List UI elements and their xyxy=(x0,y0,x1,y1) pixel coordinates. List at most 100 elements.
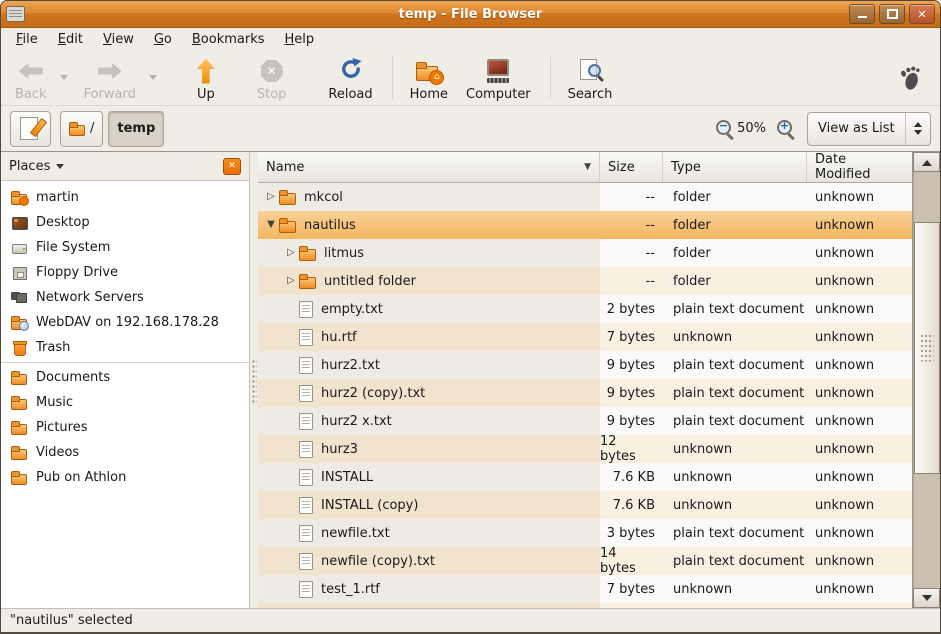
file-list: Name▼SizeTypeDate Modified ▷mkcol--folde… xyxy=(258,152,912,608)
vertical-scrollbar[interactable] xyxy=(912,152,940,608)
back-button[interactable]: Back xyxy=(7,52,55,104)
size-cell: 9 bytes xyxy=(600,407,663,435)
folder-icon xyxy=(11,444,28,461)
sidebar-item-martin[interactable]: martin xyxy=(1,185,249,210)
file-row-newfile-txt[interactable]: newfile.txt3 bytesplain text documentunk… xyxy=(258,519,912,547)
view-mode-select[interactable]: View as List xyxy=(807,112,931,146)
file-row-untitled-folder[interactable]: ▷untitled folder--folderunknown xyxy=(258,267,912,295)
column-header-type[interactable]: Type xyxy=(663,152,807,183)
folder-icon xyxy=(299,273,316,289)
computer-label: Computer xyxy=(466,87,531,102)
sidebar-item-documents[interactable]: Documents xyxy=(1,365,249,390)
sidebar-item-music[interactable]: Music xyxy=(1,390,249,415)
sidebar-item-file-system[interactable]: File System xyxy=(1,235,249,260)
view-mode-spinner[interactable] xyxy=(905,113,930,145)
folder-icon xyxy=(69,120,86,137)
sidebar-close-button[interactable]: ✕ xyxy=(223,158,241,175)
type-cell: folder xyxy=(663,239,807,267)
caret-down-icon xyxy=(60,75,68,84)
name-cell: hurz2 (copy).txt xyxy=(258,379,600,407)
menu-bookmarks[interactable]: Bookmarks xyxy=(183,30,274,49)
date-cell: unknown xyxy=(807,463,912,491)
stop-button[interactable]: ✕Stop xyxy=(249,52,295,104)
file-row-install[interactable]: INSTALL7.6 KBunknownunknown xyxy=(258,463,912,491)
edit-location-button[interactable] xyxy=(10,111,51,147)
up-button[interactable]: Up xyxy=(189,52,223,104)
name-cell: ▼nautilus xyxy=(258,211,600,239)
file-row-empty-txt[interactable]: empty.txt2 bytesplain text documentunkno… xyxy=(258,295,912,323)
file-row-install-copy[interactable]: INSTALL (copy)7.6 KBunknownunknown xyxy=(258,491,912,519)
path-root-button[interactable]: / xyxy=(60,111,103,147)
size-cell: 9 bytes xyxy=(600,351,663,379)
sidebar-item-network-servers[interactable]: Network Servers xyxy=(1,285,249,310)
sidebar-item-floppy-drive[interactable]: Floppy Drive xyxy=(1,260,249,285)
menu-edit[interactable]: Edit xyxy=(49,30,92,49)
file-name: INSTALL (copy) xyxy=(321,498,418,513)
sidebar-item-pub-on-athlon[interactable]: Pub on Athlon xyxy=(1,465,249,490)
computer-button[interactable]: Computer xyxy=(458,52,539,104)
forward-dropdown-button[interactable] xyxy=(146,54,161,102)
sidebar-item-videos[interactable]: Videos xyxy=(1,440,249,465)
forward-button[interactable]: Forward xyxy=(76,52,144,104)
expander-collapsed-icon[interactable]: ▷ xyxy=(263,192,279,202)
back-dropdown-button[interactable] xyxy=(57,54,72,102)
arrow-right-icon xyxy=(98,63,122,79)
sidebar-item-desktop[interactable]: Desktop xyxy=(1,210,249,235)
menu-go[interactable]: Go xyxy=(145,30,181,49)
minimize-button[interactable] xyxy=(849,4,875,24)
titlebar[interactable]: temp - File Browser ✕ xyxy=(1,1,940,28)
scrollbar-trough[interactable] xyxy=(913,172,940,588)
file-name: hurz2 (copy).txt xyxy=(321,386,425,401)
search-button[interactable]: Search xyxy=(560,52,621,104)
name-cell: hurz3 xyxy=(258,435,600,463)
name-cell: newfile (copy).txt xyxy=(258,547,600,575)
scrollbar-thumb[interactable] xyxy=(914,222,940,474)
close-button[interactable]: ✕ xyxy=(909,4,935,24)
places-selector[interactable]: Places xyxy=(9,159,64,174)
expander-expanded-icon[interactable]: ▼ xyxy=(263,220,279,230)
zoom-out-button[interactable]: − xyxy=(716,120,735,138)
maximize-button[interactable] xyxy=(879,4,905,24)
size-cell: 3 bytes xyxy=(600,519,663,547)
file-row-mkcol[interactable]: ▷mkcol--folderunknown xyxy=(258,183,912,211)
scroll-down-button[interactable] xyxy=(913,588,940,608)
date-cell: unknown xyxy=(807,519,912,547)
file-name: hurz3 xyxy=(321,442,358,457)
expander-collapsed-icon[interactable]: ▷ xyxy=(283,248,299,258)
sidebar-item-pictures[interactable]: Pictures xyxy=(1,415,249,440)
file-row-newfile-copy-txt[interactable]: newfile (copy).txt14 bytesplain text doc… xyxy=(258,547,912,575)
menu-view[interactable]: View xyxy=(94,30,143,49)
type-cell: plain text document xyxy=(663,351,807,379)
file-row-test-1-rtf[interactable]: test_1.rtf7 bytesunknownunknown xyxy=(258,575,912,603)
file-row-litmus[interactable]: ▷litmus--folderunknown xyxy=(258,239,912,267)
reload-button[interactable]: Reload xyxy=(320,52,380,104)
menu-help[interactable]: Help xyxy=(276,30,324,49)
scroll-up-button[interactable] xyxy=(913,152,940,172)
column-header-name[interactable]: Name▼ xyxy=(258,152,600,183)
home-button[interactable]: Home xyxy=(402,52,456,104)
size-cell: 14 bytes xyxy=(600,547,663,575)
folder-icon xyxy=(299,245,316,261)
file-row-hurz2-copy-txt[interactable]: hurz2 (copy).txt9 bytesplain text docume… xyxy=(258,379,912,407)
menu-file[interactable]: File xyxy=(7,30,47,49)
zoom-in-button[interactable]: + xyxy=(777,120,796,138)
minimize-icon xyxy=(858,16,867,18)
pane-divider[interactable] xyxy=(250,152,258,608)
file-row-nautilus[interactable]: ▼nautilus--folderunknown xyxy=(258,211,912,239)
gnome-foot-icon xyxy=(896,64,924,92)
file-row-hurz2-txt[interactable]: hurz2.txt9 bytesplain text documentunkno… xyxy=(258,351,912,379)
path-current-button[interactable]: temp xyxy=(108,111,164,147)
document-icon xyxy=(299,329,313,346)
column-header-date-modified[interactable]: Date Modified xyxy=(807,152,912,183)
sidebar-item-trash[interactable]: Trash xyxy=(1,335,249,360)
date-cell: unknown xyxy=(807,211,912,239)
stop-icon: ✕ xyxy=(261,60,283,82)
document-icon xyxy=(299,581,313,598)
column-header-size[interactable]: Size xyxy=(600,152,663,183)
file-row-hurz2-x-txt[interactable]: hurz2 x.txt9 bytesplain text documentunk… xyxy=(258,407,912,435)
date-cell: unknown xyxy=(807,547,912,575)
expander-collapsed-icon[interactable]: ▷ xyxy=(283,276,299,286)
sidebar-item-webdav-on-192-168-178-28[interactable]: WebDAV on 192.168.178.28 xyxy=(1,310,249,335)
file-row-hu-rtf[interactable]: hu.rtf7 bytesunknownunknown xyxy=(258,323,912,351)
file-row-hurz3[interactable]: hurz312 bytesunknownunknown xyxy=(258,435,912,463)
